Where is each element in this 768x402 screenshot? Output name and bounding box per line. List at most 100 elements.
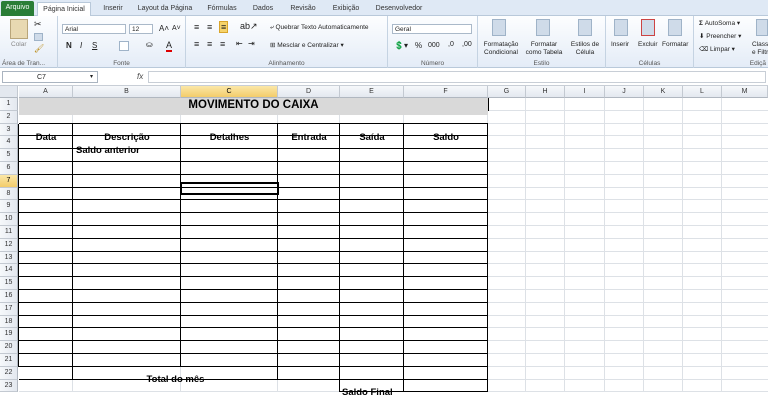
currency-icon[interactable]: 💲▾ <box>394 41 408 50</box>
header-detalhes[interactable]: Detalhes <box>181 132 278 143</box>
tab-dados[interactable]: Dados <box>248 2 278 16</box>
row-header-22[interactable]: 22 <box>0 366 18 380</box>
column-header-f[interactable]: F <box>404 86 488 98</box>
fill-color-icon[interactable]: ⛀ <box>146 40 153 49</box>
orientation-icon[interactable]: ab↗ <box>240 21 258 32</box>
row-header-8[interactable]: 8 <box>0 187 18 201</box>
row-header-9[interactable]: 9 <box>0 200 18 214</box>
cell-styles-icon[interactable] <box>578 19 592 36</box>
row-header-20[interactable]: 20 <box>0 341 18 354</box>
comma-icon[interactable]: 000 <box>428 42 440 49</box>
format-cells-icon[interactable] <box>668 19 682 36</box>
column-header-j[interactable]: J <box>605 86 644 98</box>
row-header-12[interactable]: 12 <box>0 238 18 252</box>
format-table-button[interactable]: Formatar como Tabela <box>524 41 564 57</box>
column-header-l[interactable]: L <box>683 86 722 98</box>
header-entrada[interactable]: Entrada <box>278 132 340 143</box>
header-descricao[interactable]: Descrição <box>73 132 181 143</box>
tab-desenvolvedor[interactable]: Desenvolvedor <box>370 2 428 16</box>
column-header-i[interactable]: I <box>565 86 605 98</box>
cell-styles-button[interactable]: Estilos de Célula <box>566 41 604 57</box>
header-saldo[interactable]: Saldo <box>404 132 488 143</box>
total-mes-cell[interactable]: Total do mês <box>73 374 278 385</box>
tab-arquivo[interactable]: Arquivo <box>1 1 34 16</box>
tab-layout[interactable]: Layout da Página <box>134 2 196 16</box>
row-header-7[interactable]: 7 <box>0 174 18 188</box>
header-data[interactable]: Data <box>19 132 73 143</box>
italic-button[interactable]: I <box>80 41 82 50</box>
header-saida[interactable]: Saída <box>340 132 404 143</box>
row-header-23[interactable]: 23 <box>0 379 18 393</box>
conditional-format-button[interactable]: Formatação Condicional <box>480 41 522 57</box>
column-header-b[interactable]: B <box>73 86 181 98</box>
row-header-6[interactable]: 6 <box>0 162 18 175</box>
conditional-format-icon[interactable] <box>492 19 506 36</box>
fill-button[interactable]: ⬇ Preencher ▾ <box>699 32 741 40</box>
row-header-3[interactable]: 3 <box>0 123 18 137</box>
column-header-d[interactable]: D <box>278 86 340 98</box>
spreadsheet-grid[interactable]: ABCDEFGHIJKLM 1 2 3 4 5 6 7 8 9 10 11 12 13 14 15 16 17 1… <box>0 86 768 402</box>
row-header-5[interactable]: 5 <box>0 149 18 162</box>
name-box[interactable]: C7 <box>2 71 98 83</box>
active-cell-c7[interactable] <box>180 182 279 195</box>
cut-icon[interactable]: ✂ <box>34 19 42 30</box>
insert-cells-icon[interactable] <box>614 19 628 36</box>
delete-cells-button[interactable]: Excluir <box>638 41 658 48</box>
row-header-16[interactable]: 16 <box>0 290 18 303</box>
grow-font-icon[interactable]: A˄ <box>159 24 169 33</box>
sheet-title[interactable]: MOVIMENTO DO CAIXA <box>19 99 488 111</box>
number-format-select[interactable]: Geral <box>392 24 472 34</box>
formula-input[interactable] <box>148 71 766 83</box>
column-header-k[interactable]: K <box>644 86 683 98</box>
format-cells-button[interactable]: Formatar <box>662 41 688 48</box>
sort-filter-button[interactable]: Classi e Filtr <box>752 41 768 57</box>
column-header-m[interactable]: M <box>722 86 768 98</box>
saldo-anterior-cell[interactable]: Saldo anterior <box>76 145 140 156</box>
row-header-1[interactable]: 1 <box>0 98 18 111</box>
name-box-dropdown-icon[interactable]: ▾ <box>90 73 93 80</box>
font-color-icon[interactable]: A <box>166 40 173 52</box>
increase-indent-icon[interactable]: ⇥ <box>248 39 255 48</box>
column-header-a[interactable]: A <box>19 86 73 98</box>
underline-button[interactable]: S <box>92 41 97 50</box>
row-header-4[interactable]: 4 <box>0 136 18 150</box>
increase-decimal-icon[interactable]: ,0 <box>448 41 454 48</box>
autosum-button[interactable]: Σ AutoSoma ▾ <box>699 19 740 27</box>
select-all-corner[interactable] <box>0 86 18 98</box>
format-table-icon[interactable] <box>536 19 550 36</box>
row-header-10[interactable]: 10 <box>0 213 18 226</box>
percent-icon[interactable]: % <box>415 41 422 50</box>
align-center-icon[interactable]: ≡ <box>207 39 212 49</box>
row-header-13[interactable]: 13 <box>0 251 18 265</box>
saldo-final-cell[interactable]: Saldo Final <box>342 387 393 398</box>
tab-pagina-inicial[interactable]: Página Inicial <box>37 2 91 17</box>
row-header-14[interactable]: 14 <box>0 264 18 278</box>
align-bottom-icon[interactable]: ≡ <box>219 21 229 33</box>
bold-button[interactable]: N <box>66 41 72 50</box>
row-header-15[interactable]: 15 <box>0 277 18 290</box>
decrease-decimal-icon[interactable]: ,00 <box>462 41 472 48</box>
tab-inserir[interactable]: Inserir <box>96 2 130 16</box>
format-painter-icon[interactable]: 🖌 <box>34 44 44 53</box>
align-top-icon[interactable]: ≡ <box>194 22 199 32</box>
tab-revisao[interactable]: Revisão <box>284 2 322 16</box>
merge-center-button[interactable]: ⊞ Mesclar e Centralizar ▾ <box>270 41 344 49</box>
clear-button[interactable]: ⌫ Limpar ▾ <box>699 45 735 53</box>
tab-exibicao[interactable]: Exibição <box>327 2 365 16</box>
wrap-text-button[interactable]: ⤶ Quebrar Texto Automaticamente <box>270 24 369 32</box>
align-right-icon[interactable]: ≡ <box>220 39 225 49</box>
function-icon[interactable]: fx <box>137 72 143 81</box>
insert-cells-button[interactable]: Inserir <box>611 41 629 48</box>
font-size-select[interactable]: 12 <box>129 24 153 34</box>
font-name-select[interactable]: Arial <box>62 24 126 34</box>
shrink-font-icon[interactable]: A˅ <box>172 25 181 32</box>
column-header-g[interactable]: G <box>488 86 526 98</box>
row-header-18[interactable]: 18 <box>0 315 18 329</box>
tab-formulas[interactable]: Fórmulas <box>202 2 242 16</box>
column-header-e[interactable]: E <box>340 86 404 98</box>
align-left-icon[interactable]: ≡ <box>194 39 199 49</box>
row-header-21[interactable]: 21 <box>0 354 18 367</box>
row-header-2[interactable]: 2 <box>0 110 18 124</box>
copy-icon[interactable] <box>34 33 43 41</box>
row-header-19[interactable]: 19 <box>0 328 18 342</box>
